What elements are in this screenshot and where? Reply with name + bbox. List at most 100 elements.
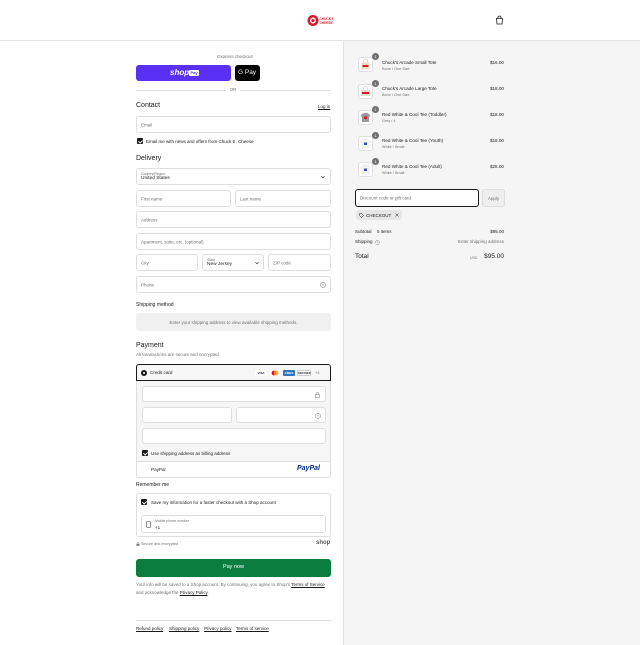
- applied-discount-code: CHECKOUT: [366, 212, 392, 218]
- credit-card-label: Credit card: [150, 370, 173, 375]
- lock-icon: [136, 542, 140, 546]
- mobile-phone-field[interactable]: Mobile phone number +1: [141, 515, 326, 533]
- apply-discount-button[interactable]: Apply: [482, 189, 505, 207]
- secure-encrypted-label: Secure and encrypted: [141, 542, 179, 546]
- delivery-heading: Delivery: [136, 155, 162, 162]
- contact-heading: Contact: [136, 102, 161, 109]
- remember-me-heading: Remember me: [136, 482, 170, 488]
- disclaimer-text: Your info will be saved to a Shop accoun…: [136, 582, 292, 587]
- shop-pay-button[interactable]: shop Pay: [136, 65, 231, 81]
- product-thumbnail: [358, 57, 373, 72]
- help-circle-icon[interactable]: ?: [315, 412, 321, 419]
- product-thumbnail: [358, 162, 373, 177]
- disclaimer-text: and acknowledge the: [136, 589, 180, 595]
- paypal-option[interactable]: PayPal PayPal: [136, 462, 331, 478]
- brand-logo[interactable]: CHUCK E. CHEESE: [307, 14, 335, 27]
- google-pay-button[interactable]: G Pay: [235, 65, 260, 81]
- subtotal-value: $95.00: [490, 229, 504, 234]
- svg-text:?: ?: [317, 414, 319, 418]
- shop-disclaimer: Your info will be saved to a Shop accoun…: [136, 581, 336, 596]
- address-placeholder: Address: [141, 217, 158, 222]
- quantity-badge: 1: [372, 106, 379, 113]
- newsletter-checkbox[interactable]: [137, 138, 143, 144]
- expiration-field[interactable]: [142, 407, 232, 423]
- save-info-label: Save my information for a faster checkou…: [151, 499, 276, 505]
- item-variant: Bone / One Size: [382, 67, 410, 71]
- zip-field[interactable]: ZIP code: [268, 254, 331, 271]
- discover-icon: DISCOVER: [297, 370, 311, 376]
- log-in-link[interactable]: Log in: [318, 104, 330, 109]
- country-value: United States: [141, 176, 170, 181]
- svg-text:?: ?: [377, 240, 379, 244]
- paypal-logo: PayPal: [297, 465, 320, 472]
- google-pay-wordmark: G Pay: [238, 69, 257, 76]
- privacy-policy-link[interactable]: Privacy policy: [204, 626, 232, 631]
- total-value: $95.00: [484, 253, 504, 260]
- product-thumbnail: [358, 110, 373, 125]
- paypal-label: PayPal: [151, 467, 166, 472]
- refund-policy-link[interactable]: Refund policy: [136, 626, 163, 631]
- credit-card-option[interactable]: Credit card VISA AMEX DISCOVER +4: [136, 364, 331, 381]
- quantity-badge: 1: [372, 132, 379, 139]
- item-variant: White / Small: [382, 171, 405, 175]
- apply-label: Apply: [487, 195, 500, 201]
- privacy-link[interactable]: Privacy Policy: [180, 590, 208, 595]
- zip-placeholder: ZIP code: [273, 260, 291, 265]
- shop-logo: shop: [316, 540, 331, 546]
- shipping-method-message: Enter your shipping address to view avai…: [169, 319, 298, 325]
- product-thumbnail: [358, 84, 373, 99]
- help-circle-icon[interactable]: ?: [375, 239, 380, 245]
- divider-right: [240, 89, 331, 91]
- pay-now-button[interactable]: Pay now: [136, 559, 331, 577]
- visa-icon: VISA: [255, 370, 267, 376]
- security-code-field[interactable]: ?: [236, 407, 326, 423]
- state-select[interactable]: State New Jersey: [202, 254, 264, 271]
- email-placeholder: Email: [141, 122, 153, 127]
- last-name-field[interactable]: Last name: [235, 190, 331, 207]
- country-select[interactable]: Country/Region United States: [136, 168, 331, 185]
- discount-code-input[interactable]: Discount code or gift card: [355, 189, 479, 207]
- billing-same-label: Use shipping address as billing address: [151, 450, 231, 456]
- mobile-phone-label: Mobile phone number: [155, 519, 189, 523]
- phone-field[interactable]: Phone ?: [136, 276, 331, 293]
- item-name: Red White & Cool Tee (Toddler): [382, 112, 447, 117]
- card-number-field[interactable]: [142, 386, 326, 402]
- payment-subtitle: All transactions are secure and encrypte…: [136, 352, 221, 357]
- chevron-down-icon: [255, 261, 259, 265]
- item-price: $25.00: [489, 164, 504, 169]
- quantity-badge: 1: [372, 158, 379, 165]
- card-details-panel: ? Use shipping address as billing addres…: [136, 381, 331, 462]
- billing-same-checkbox[interactable]: [142, 450, 148, 456]
- item-price: $18.00: [489, 86, 504, 91]
- shopping-bag-icon[interactable]: [495, 15, 504, 25]
- item-name: Red White & Cool Tee (Youth): [382, 138, 444, 143]
- item-name: Red White & Cool Tee (Adult): [382, 164, 442, 169]
- item-variant: Grey / 4: [382, 119, 396, 123]
- svg-text:CHEESE: CHEESE: [320, 21, 333, 25]
- first-name-field[interactable]: First name: [136, 190, 231, 207]
- terms-of-service-link[interactable]: Terms of service: [236, 626, 269, 631]
- terms-link[interactable]: Terms of Service: [291, 582, 325, 587]
- shipping-policy-link[interactable]: Shipping policy: [169, 626, 199, 631]
- email-field[interactable]: Email: [136, 116, 331, 133]
- express-checkout-title: Express checkout: [217, 54, 253, 59]
- shipping-value: Enter shipping address: [457, 239, 504, 244]
- first-name-placeholder: First name: [141, 196, 163, 201]
- apartment-field[interactable]: Apartment, suite, etc. (optional): [136, 233, 331, 250]
- address-field[interactable]: Address: [136, 211, 331, 228]
- help-circle-icon[interactable]: ?: [320, 282, 326, 288]
- apartment-placeholder: Apartment, suite, etc. (optional): [141, 239, 204, 244]
- phone-placeholder: Phone: [141, 282, 155, 287]
- save-info-checkbox[interactable]: [141, 499, 147, 505]
- credit-card-radio[interactable]: [141, 370, 147, 376]
- or-label: OR: [229, 87, 237, 92]
- phone-icon: [146, 521, 151, 528]
- close-icon[interactable]: [395, 213, 399, 217]
- discount-code-placeholder: Discount code or gift card: [360, 195, 412, 201]
- shop-pay-badge: Pay: [189, 69, 200, 76]
- item-name: Chuck's Arcade Large Tote: [382, 86, 437, 91]
- quantity-badge: 1: [372, 53, 379, 60]
- city-field[interactable]: City: [136, 254, 198, 271]
- footer-divider: [136, 620, 331, 621]
- name-on-card-field[interactable]: [142, 428, 326, 444]
